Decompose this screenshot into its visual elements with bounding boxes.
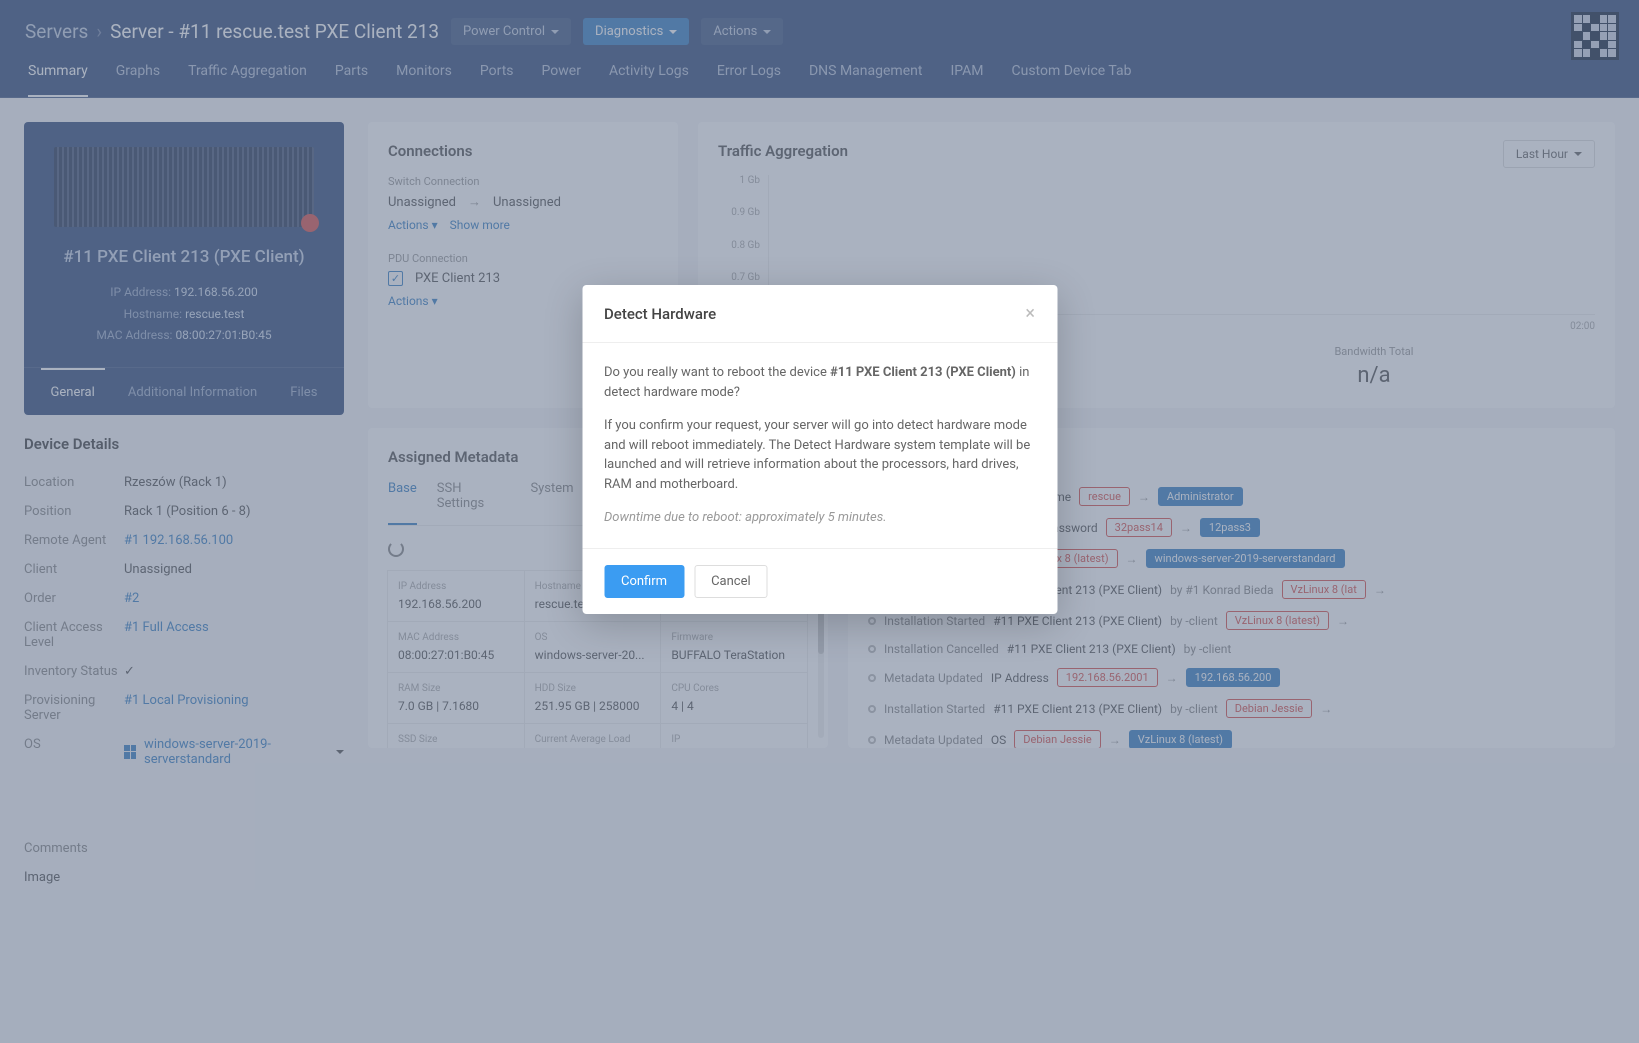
close-icon[interactable]: × (1025, 303, 1035, 324)
cancel-button[interactable]: Cancel (694, 565, 768, 598)
detect-hardware-modal: Detect Hardware × Do you really want to … (582, 285, 1057, 614)
modal-paragraph-1: Do you really want to reboot the device … (604, 363, 1035, 402)
confirm-button[interactable]: Confirm (604, 565, 684, 598)
modal-note: Downtime due to reboot: approximately 5 … (604, 508, 1035, 528)
modal-paragraph-2: If you confirm your request, your server… (604, 416, 1035, 494)
modal-title: Detect Hardware (604, 305, 716, 323)
